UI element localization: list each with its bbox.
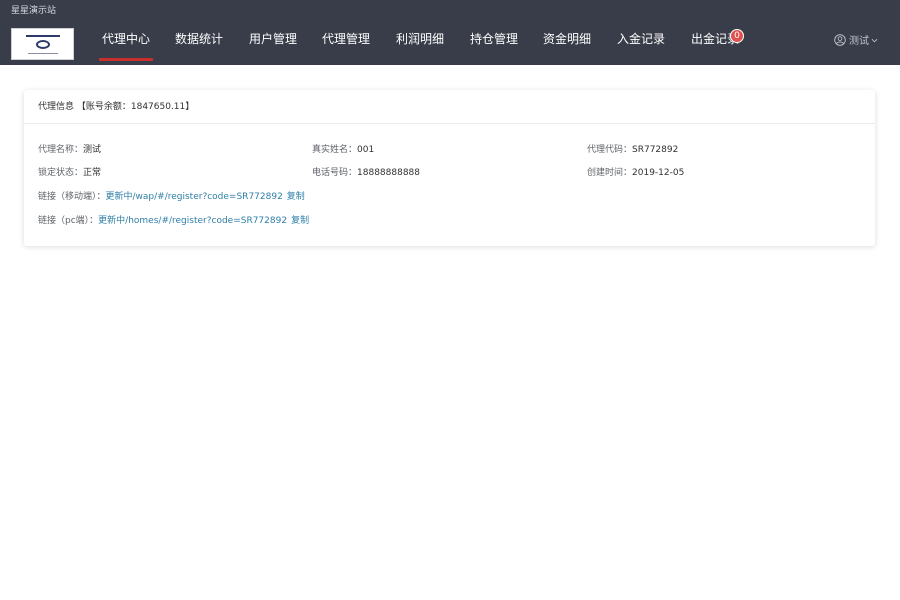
field-value: 001: [357, 145, 375, 155]
field-pc-link: 链接（pc端）：更新中/homes/#/register?code=SR7728…: [38, 214, 309, 228]
field-label: 代理名称：: [38, 145, 84, 155]
field-agent-name: 代理名称：测试: [38, 143, 101, 157]
field-lock-status: 锁定状态：正常: [38, 166, 101, 180]
field-label: 电话号码：: [312, 168, 358, 178]
withdrawal-count-badge: 0: [730, 29, 744, 43]
field-label: 创建时间：: [587, 168, 633, 178]
field-value: 18888888888: [357, 168, 421, 178]
field-label: 锁定状态：: [38, 168, 84, 178]
nav-item-positions[interactable]: 持仓管理: [470, 22, 518, 65]
field-phone: 电话号码：18888888888: [312, 166, 420, 180]
copy-pc-link-button[interactable]: 复制: [291, 216, 309, 226]
nav-item-statistics[interactable]: 数据统计: [175, 22, 223, 65]
nav-item-withdrawals[interactable]: 出金记录: [691, 22, 739, 65]
field-real-name: 真实姓名：001: [312, 143, 374, 157]
card-title: 代理信息 【账号余额：1847650.11】: [24, 90, 875, 124]
field-value: 测试: [83, 145, 102, 155]
copy-mobile-link-button[interactable]: 复制: [287, 192, 305, 202]
user-menu[interactable]: 测试: [834, 22, 878, 65]
user-avatar-icon: [834, 34, 846, 46]
field-agent-code: 代理代码：SR772892: [587, 143, 678, 157]
logo-text-bar: [26, 35, 60, 37]
field-label: 链接（pc端）：: [38, 216, 99, 226]
field-label: 真实姓名：: [312, 145, 358, 155]
nav-item-users[interactable]: 用户管理: [249, 22, 297, 65]
nav-item-funds[interactable]: 资金明细: [543, 22, 591, 65]
user-name: 测试: [849, 36, 869, 47]
mobile-register-link[interactable]: 更新中/wap/#/register?code=SR772892: [106, 192, 283, 202]
field-value: SR772892: [632, 145, 679, 155]
main-navbar: 代理中心 数据统计 用户管理 代理管理 利润明细 持仓管理 资金明细 入金记录 …: [0, 22, 900, 65]
field-label: 链接（移动端）：: [38, 192, 106, 202]
field-created-time: 创建时间：2019-12-05: [587, 166, 684, 180]
nav-item-agents[interactable]: 代理管理: [322, 22, 370, 65]
field-mobile-link: 链接（移动端）：更新中/wap/#/register?code=SR772892…: [38, 190, 305, 204]
nav-item-deposits[interactable]: 入金记录: [617, 22, 665, 65]
field-value: 2019-12-05: [632, 168, 685, 178]
top-strip: 星星演示站: [0, 0, 900, 22]
logo-mark-icon: [36, 40, 50, 49]
agent-info-card: 代理信息 【账号余额：1847650.11】 代理名称：测试 真实姓名：001 …: [24, 90, 875, 246]
field-label: 代理代码：: [587, 145, 633, 155]
field-value: 正常: [83, 168, 102, 178]
nav-item-profit[interactable]: 利润明细: [396, 22, 444, 65]
logo[interactable]: [11, 28, 74, 60]
site-title: 星星演示站: [11, 6, 57, 16]
chevron-down-icon: [871, 38, 878, 42]
nav-item-agent-center[interactable]: 代理中心: [98, 22, 154, 65]
card-body: 代理名称：测试 真实姓名：001 代理代码：SR772892 锁定状态：正常 电…: [24, 124, 875, 245]
pc-register-link[interactable]: 更新中/homes/#/register?code=SR772892: [98, 216, 287, 226]
logo-subtext-bar: [28, 53, 58, 54]
